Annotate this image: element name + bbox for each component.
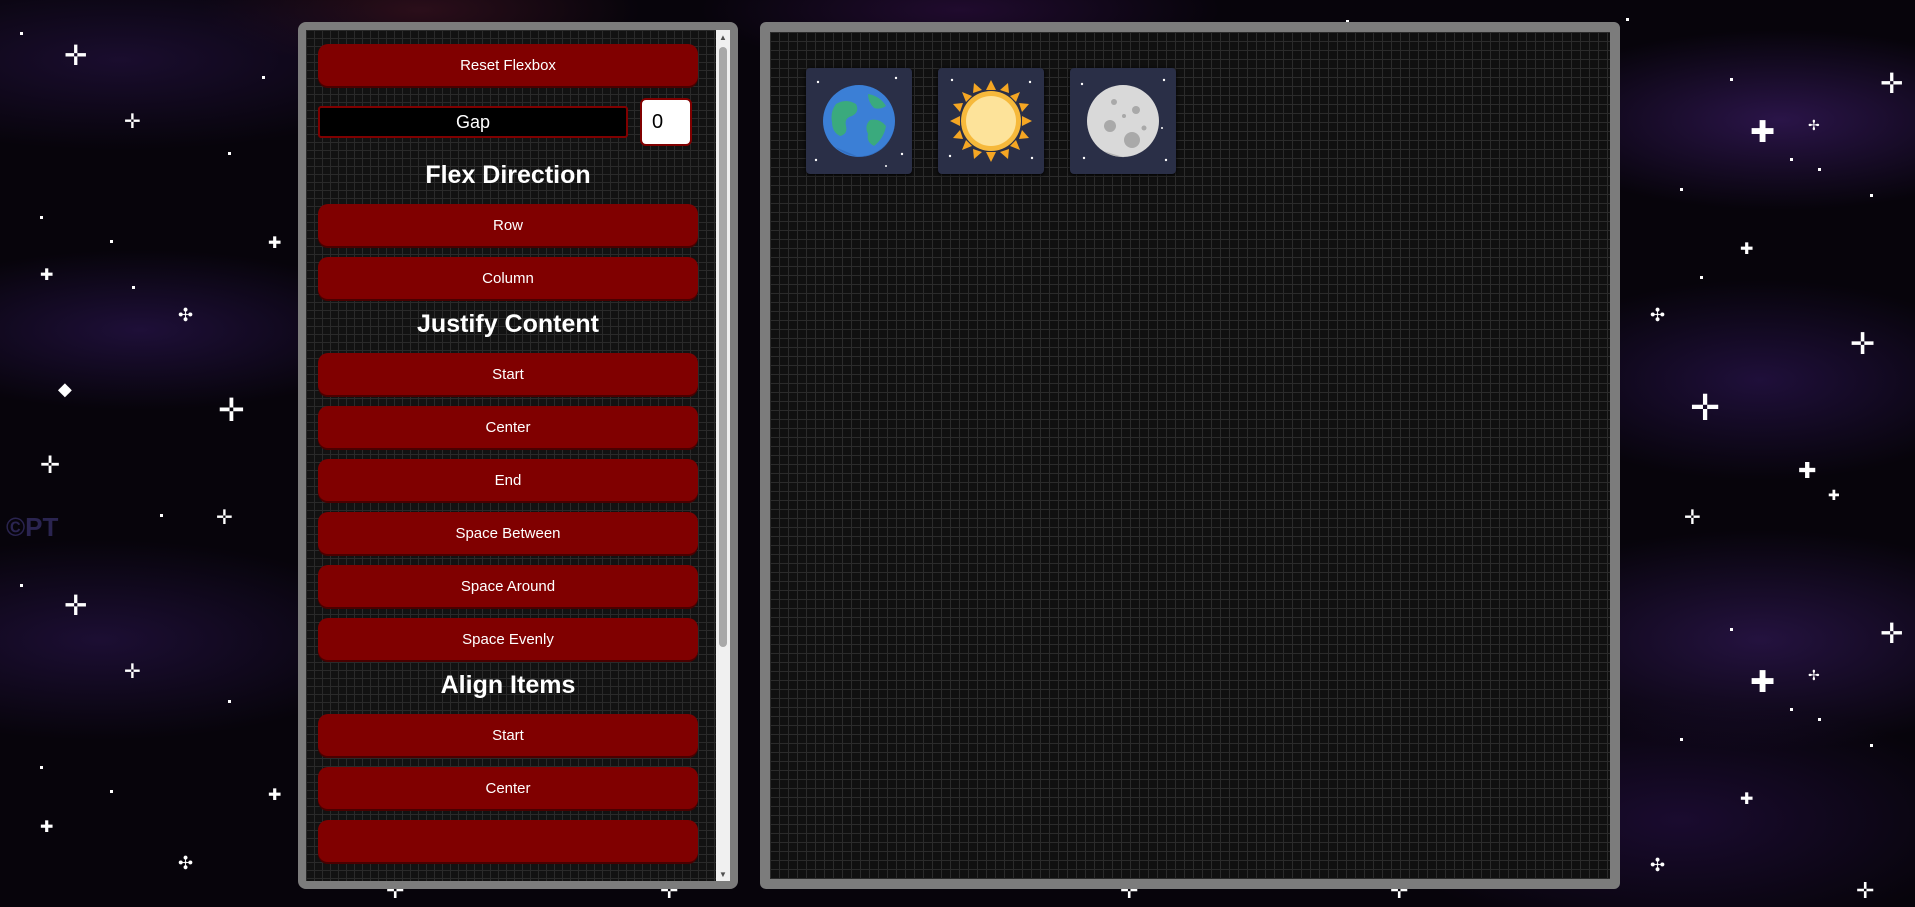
flex-items bbox=[806, 68, 1202, 174]
justify-end-button[interactable]: End bbox=[318, 459, 698, 501]
justify-space-around-button[interactable]: Space Around bbox=[318, 565, 698, 607]
flex-direction-column-button[interactable]: Column bbox=[318, 257, 698, 299]
earth-icon bbox=[814, 76, 904, 167]
moon-tile[interactable] bbox=[1070, 68, 1176, 174]
control-panel: Reset Flexbox Gap Flex Direction Row Col… bbox=[298, 22, 738, 889]
align-end-button-partial[interactable] bbox=[318, 820, 698, 862]
flex-direction-heading: Flex Direction bbox=[425, 161, 591, 189]
sidebar-scrollbar[interactable]: ▲ ▼ bbox=[716, 30, 730, 881]
control-panel-content: Reset Flexbox Gap Flex Direction Row Col… bbox=[306, 30, 716, 873]
reset-flexbox-button[interactable]: Reset Flexbox bbox=[318, 44, 698, 86]
sun-tile[interactable] bbox=[938, 68, 1044, 174]
moon-icon bbox=[1080, 78, 1168, 162]
gap-control: Gap bbox=[318, 97, 704, 147]
flex-container bbox=[760, 22, 1620, 889]
align-items-heading: Align Items bbox=[440, 671, 576, 699]
sun-icon bbox=[948, 78, 1034, 162]
justify-space-evenly-button[interactable]: Space Evenly bbox=[318, 618, 698, 660]
watermark: ©PT bbox=[6, 512, 59, 542]
gap-input[interactable] bbox=[640, 98, 692, 146]
justify-center-button[interactable]: Center bbox=[318, 406, 698, 448]
gap-label: Gap bbox=[318, 106, 628, 138]
align-start-button[interactable]: Start bbox=[318, 714, 698, 756]
scroll-down-icon[interactable]: ▼ bbox=[716, 867, 730, 881]
earth-tile[interactable] bbox=[806, 68, 912, 174]
justify-start-button[interactable]: Start bbox=[318, 353, 698, 395]
flex-direction-row-button[interactable]: Row bbox=[318, 204, 698, 246]
scroll-up-icon[interactable]: ▲ bbox=[716, 30, 730, 44]
justify-space-between-button[interactable]: Space Between bbox=[318, 512, 698, 554]
align-center-button[interactable]: Center bbox=[318, 767, 698, 809]
scrollbar-thumb[interactable] bbox=[719, 47, 727, 647]
justify-content-heading: Justify Content bbox=[417, 310, 599, 338]
